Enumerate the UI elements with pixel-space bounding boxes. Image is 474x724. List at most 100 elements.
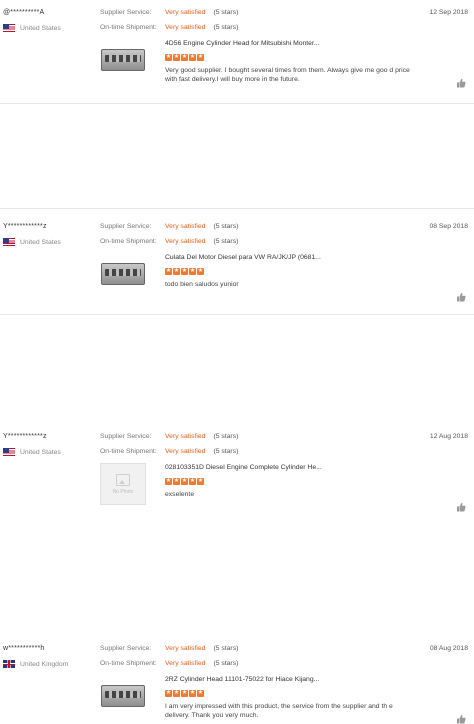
review-comment: exselente [165,491,195,498]
star-icon: ★ [189,54,196,61]
star-icon: ★ [181,268,188,275]
reviewer-name: Y************z [3,433,47,440]
supplier-service-label: Supplier Service: [100,433,152,440]
star-icon: ★ [173,690,180,697]
product-title-link[interactable]: Culata Del Motor Diesel para VW RA/JK/JP… [165,254,321,261]
star-icon: ★ [165,54,172,61]
no-photo-placeholder: No Photo [100,463,146,505]
product-rating: ★ ★ ★ ★ ★ [165,690,204,697]
thumbs-up-icon[interactable] [456,502,466,512]
reviewer-country: United Kingdom [3,660,68,668]
product-thumbnail[interactable] [100,676,146,716]
flag-icon [3,238,15,246]
star-icon: ★ [165,690,172,697]
product-rating: ★ ★ ★ ★ ★ [165,478,204,485]
cylinder-head-image [101,49,145,71]
star-icon: ★ [181,690,188,697]
star-icon: ★ [197,690,204,697]
supplier-service-rating: Very satisfied [165,645,206,652]
review-date: 12 Sep 2018 [429,9,468,16]
ontime-shipment-rating: Very satisfied [165,660,206,667]
review-divider [0,103,474,104]
country-name: United States [20,24,61,32]
supplier-service-value: Very satisfied (5 stars) [165,645,238,652]
supplier-service-value: Very satisfied (5 stars) [165,433,238,440]
ontime-shipment-stars: (5 stars) [213,24,239,31]
review-comment: todo bien saludos yunior [165,281,239,288]
star-icon: ★ [181,54,188,61]
reviewer-name: @**********A [3,9,45,16]
ontime-shipment-value: Very satisfied (5 stars) [165,24,238,31]
country-name: United States [20,448,61,456]
supplier-service-label: Supplier Service: [100,9,152,16]
product-title-link[interactable]: 028103351D Diesel Engine Complete Cylind… [165,464,322,471]
supplier-service-rating: Very satisfied [165,9,206,16]
cylinder-head-image [101,263,145,285]
flag-icon [3,24,15,32]
reviewer-name: w***********h [3,645,45,652]
image-icon [116,473,130,486]
supplier-service-stars: (5 stars) [213,9,239,16]
thumbs-up-icon[interactable] [456,714,466,724]
ontime-shipment-rating: Very satisfied [165,24,206,31]
product-rating: ★ ★ ★ ★ ★ [165,268,204,275]
supplier-service-stars: (5 stars) [213,645,239,652]
star-icon: ★ [173,54,180,61]
star-icon: ★ [197,478,204,485]
star-icon: ★ [165,478,172,485]
flag-icon [3,660,15,668]
reviewer-country: United States [3,238,61,246]
country-name: United Kingdom [20,660,69,668]
star-icon: ★ [189,478,196,485]
star-icon: ★ [165,268,172,275]
star-icon: ★ [173,478,180,485]
flag-icon [3,448,15,456]
supplier-service-stars: (5 stars) [213,433,239,440]
product-thumbnail[interactable]: No Photo [100,463,146,505]
ontime-shipment-rating: Very satisfied [165,238,206,245]
ontime-shipment-rating: Very satisfied [165,448,206,455]
review-date: 08 Sep 2018 [429,223,468,230]
review-comment: Very good supplier. I bought several tim… [165,67,410,83]
star-icon: ★ [173,268,180,275]
ontime-shipment-stars: (5 stars) [213,660,239,667]
thumbs-up-icon[interactable] [456,292,466,302]
ontime-shipment-stars: (5 stars) [213,448,239,455]
supplier-service-value: Very satisfied (5 stars) [165,9,238,16]
ontime-shipment-value: Very satisfied (5 stars) [165,238,238,245]
ontime-shipment-stars: (5 stars) [213,238,239,245]
review-divider [0,208,474,209]
cylinder-head-image [101,685,145,707]
star-icon: ★ [197,268,204,275]
reviewer-country: United States [3,24,61,32]
review-comment: I am very impressed with this product, t… [165,703,393,719]
star-icon: ★ [197,54,204,61]
no-photo-label: No Photo [112,488,134,495]
product-title-link[interactable]: 4D56 Engine Cylinder Head for Mitsubishi… [165,40,320,47]
ontime-shipment-label: On-time Shipment: [100,448,157,455]
ontime-shipment-label: On-time Shipment: [100,24,157,31]
supplier-service-rating: Very satisfied [165,223,206,230]
product-thumbnail[interactable] [100,254,146,294]
reviewer-name: Y************z [3,223,47,230]
product-title-link[interactable]: 2RZ Cylinder Head 11101-75022 for Hiace … [165,676,319,683]
product-thumbnail[interactable] [100,40,146,80]
ontime-shipment-value: Very satisfied (5 stars) [165,660,238,667]
supplier-service-value: Very satisfied (5 stars) [165,223,238,230]
thumbs-up-icon[interactable] [456,78,466,88]
supplier-service-label: Supplier Service: [100,645,152,652]
country-name: United States [20,238,61,246]
reviewer-country: United States [3,448,61,456]
star-icon: ★ [189,690,196,697]
review-date: 08 Aug 2018 [429,645,468,652]
supplier-service-label: Supplier Service: [100,223,152,230]
ontime-shipment-value: Very satisfied (5 stars) [165,448,238,455]
ontime-shipment-label: On-time Shipment: [100,238,157,245]
star-icon: ★ [181,478,188,485]
product-rating: ★ ★ ★ ★ ★ [165,54,204,61]
review-divider [0,314,474,315]
star-icon: ★ [189,268,196,275]
review-date: 12 Aug 2018 [429,433,468,440]
supplier-service-rating: Very satisfied [165,433,206,440]
ontime-shipment-label: On-time Shipment: [100,660,157,667]
